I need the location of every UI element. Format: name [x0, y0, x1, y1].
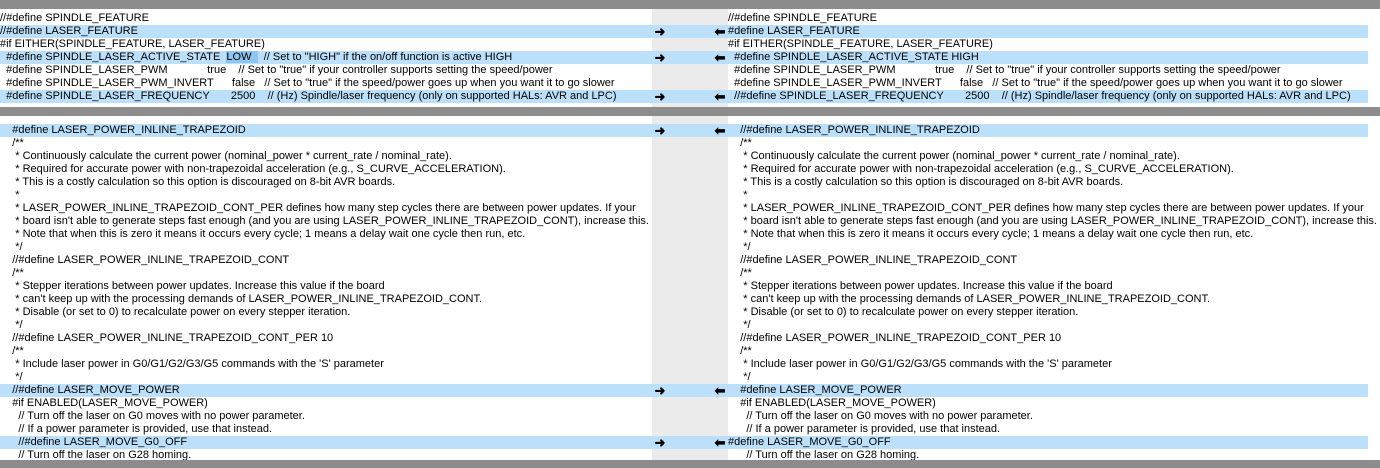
- code-line[interactable]: //#define LASER_POWER_INLINE_TRAPEZOID_C…: [0, 254, 652, 267]
- diff-line[interactable]: //#define LASER_MOVE_G0_OFF: [0, 435, 652, 449]
- code-line[interactable]: #define SPINDLE_LASER_PWM_INVERT false /…: [0, 77, 652, 90]
- code-line[interactable]: * Note that when this is zero it means i…: [728, 228, 1368, 241]
- code-line[interactable]: */: [728, 319, 1368, 332]
- code-line[interactable]: * This is a costly calculation so this o…: [0, 176, 652, 189]
- code-line[interactable]: #define SPINDLE_LASER_PWM true // Set to…: [728, 64, 1368, 77]
- copy-to-right-arrow-icon[interactable]: ➜: [654, 51, 666, 64]
- code-line[interactable]: * can't keep up with the processing dema…: [0, 293, 652, 306]
- copy-to-left-arrow-icon[interactable]: ⬅: [714, 51, 726, 64]
- code-line[interactable]: // Turn off the laser on G0 moves with n…: [0, 410, 652, 423]
- code-line[interactable]: */: [0, 371, 652, 384]
- copy-to-right-arrow-icon[interactable]: ➜: [654, 25, 666, 38]
- code-line[interactable]: /**: [0, 137, 652, 150]
- code-line[interactable]: /**: [728, 267, 1368, 280]
- code-line[interactable]: */: [728, 371, 1368, 384]
- copy-to-right-arrow-icon[interactable]: ➜: [654, 90, 666, 103]
- code-line[interactable]: /**: [728, 137, 1368, 150]
- section-separator: [0, 107, 1380, 116]
- code-line[interactable]: #if ENABLED(LASER_MOVE_POWER): [0, 397, 652, 410]
- code-line[interactable]: * can't keep up with the processing dema…: [728, 293, 1368, 306]
- code-line[interactable]: * Stepper iterations between power updat…: [0, 280, 652, 293]
- copy-to-left-arrow-icon[interactable]: ⬅: [714, 436, 726, 449]
- code-line[interactable]: * Include laser power in G0/G1/G2/G3/G5 …: [728, 358, 1368, 371]
- code-line[interactable]: */: [0, 319, 652, 332]
- copy-to-right-arrow-icon[interactable]: ➜: [654, 436, 666, 449]
- diff-line[interactable]: //#define LASER_POWER_INLINE_TRAPEZOID: [728, 123, 1368, 137]
- copy-to-left-arrow-icon[interactable]: ⬅: [714, 384, 726, 397]
- code-line[interactable]: #define SPINDLE_LASER_PWM true // Set to…: [0, 64, 652, 77]
- code-line[interactable]: * LASER_POWER_INLINE_TRAPEZOID_CONT_PER …: [0, 202, 652, 215]
- code-line[interactable]: // If a power parameter is provided, use…: [728, 423, 1368, 436]
- diff-line[interactable]: //#define LASER_MOVE_POWER: [0, 383, 652, 397]
- diff-gutter: ➜ ⬅ ➜ ⬅ ➜ ⬅ ➜ ⬅ ➜ ⬅ ➜ ⬅: [652, 0, 728, 468]
- code-line[interactable]: * board isn't able to generate steps fas…: [0, 215, 652, 228]
- code-line[interactable]: // If a power parameter is provided, use…: [0, 423, 652, 436]
- diff-line[interactable]: #define SPINDLE_LASER_FREQUENCY 2500 // …: [0, 90, 652, 103]
- copy-to-left-arrow-icon[interactable]: ⬅: [714, 124, 726, 137]
- code-line[interactable]: * Required for accurate power with non-t…: [0, 163, 652, 176]
- code-line[interactable]: * Required for accurate power with non-t…: [728, 163, 1368, 176]
- copy-to-right-arrow-icon[interactable]: ➜: [654, 384, 666, 397]
- top-separator: [0, 0, 1380, 9]
- diff-line[interactable]: #define LASER_MOVE_POWER: [728, 383, 1368, 397]
- code-line[interactable]: */: [0, 241, 652, 254]
- code-line[interactable]: *: [0, 189, 652, 202]
- code-line[interactable]: //#define LASER_POWER_INLINE_TRAPEZOID_C…: [728, 254, 1368, 267]
- right-file-pane[interactable]: //#define SPINDLE_FEATURE #define LASER_F…: [728, 0, 1380, 468]
- copy-to-right-arrow-icon[interactable]: ➜: [654, 124, 666, 137]
- left-file-pane[interactable]: //#define SPINDLE_FEATURE//#define LASER…: [0, 0, 652, 468]
- diff-line[interactable]: #define SPINDLE_LASER_ACTIVE_STATE HIGH: [728, 51, 1368, 64]
- diff-line[interactable]: #define LASER_MOVE_G0_OFF: [728, 435, 1368, 449]
- code-line[interactable]: * Note that when this is zero it means i…: [0, 228, 652, 241]
- code-line[interactable]: //#define SPINDLE_FEATURE: [728, 12, 1368, 25]
- diff-line[interactable]: //#define LASER_FEATURE: [0, 25, 652, 38]
- code-line[interactable]: *: [728, 189, 1368, 202]
- changed-token-highlight: LOW: [226, 51, 258, 63]
- code-line[interactable]: * Include laser power in G0/G1/G2/G3/G5 …: [0, 358, 652, 371]
- code-line[interactable]: * LASER_POWER_INLINE_TRAPEZOID_CONT_PER …: [728, 202, 1368, 215]
- diff-line-with-selection[interactable]: #define SPINDLE_LASER_ACTIVE_STATE LOW /…: [0, 51, 652, 64]
- code-line[interactable]: /**: [0, 345, 652, 358]
- code-line[interactable]: * This is a costly calculation so this o…: [728, 176, 1368, 189]
- code-line[interactable]: // Turn off the laser on G0 moves with n…: [728, 410, 1368, 423]
- copy-to-left-arrow-icon[interactable]: ⬅: [714, 25, 726, 38]
- copy-to-left-arrow-icon[interactable]: ⬅: [714, 90, 726, 103]
- code-line[interactable]: #if EITHER(SPINDLE_FEATURE, LASER_FEATUR…: [0, 38, 652, 51]
- code-line[interactable]: //#define SPINDLE_FEATURE: [0, 12, 652, 25]
- code-line[interactable]: /**: [728, 345, 1368, 358]
- code-line[interactable]: #if EITHER(SPINDLE_FEATURE, LASER_FEATUR…: [728, 38, 1368, 51]
- code-line[interactable]: * Continuously calculate the current pow…: [728, 150, 1368, 163]
- code-line[interactable]: * Stepper iterations between power updat…: [728, 280, 1368, 293]
- code-line[interactable]: //#define LASER_POWER_INLINE_TRAPEZOID_C…: [728, 332, 1368, 345]
- code-line[interactable]: * Disable (or set to 0) to recalculate p…: [728, 306, 1368, 319]
- diff-line[interactable]: #define LASER_FEATURE: [728, 25, 1368, 38]
- code-line[interactable]: //#define LASER_POWER_INLINE_TRAPEZOID_C…: [0, 332, 652, 345]
- diff-line[interactable]: //#define SPINDLE_LASER_FREQUENCY 2500 /…: [728, 90, 1368, 103]
- code-line[interactable]: /**: [0, 267, 652, 280]
- bottom-separator: [0, 460, 1380, 468]
- code-line[interactable]: #define SPINDLE_LASER_PWM_INVERT false /…: [728, 77, 1368, 90]
- diff-line[interactable]: #define LASER_POWER_INLINE_TRAPEZOID: [0, 123, 652, 137]
- code-line[interactable]: * board isn't able to generate steps fas…: [728, 215, 1377, 228]
- code-line[interactable]: * Continuously calculate the current pow…: [0, 150, 652, 163]
- code-line[interactable]: */: [728, 241, 1368, 254]
- code-line[interactable]: #if ENABLED(LASER_MOVE_POWER): [728, 397, 1368, 410]
- code-line[interactable]: * Disable (or set to 0) to recalculate p…: [0, 306, 652, 319]
